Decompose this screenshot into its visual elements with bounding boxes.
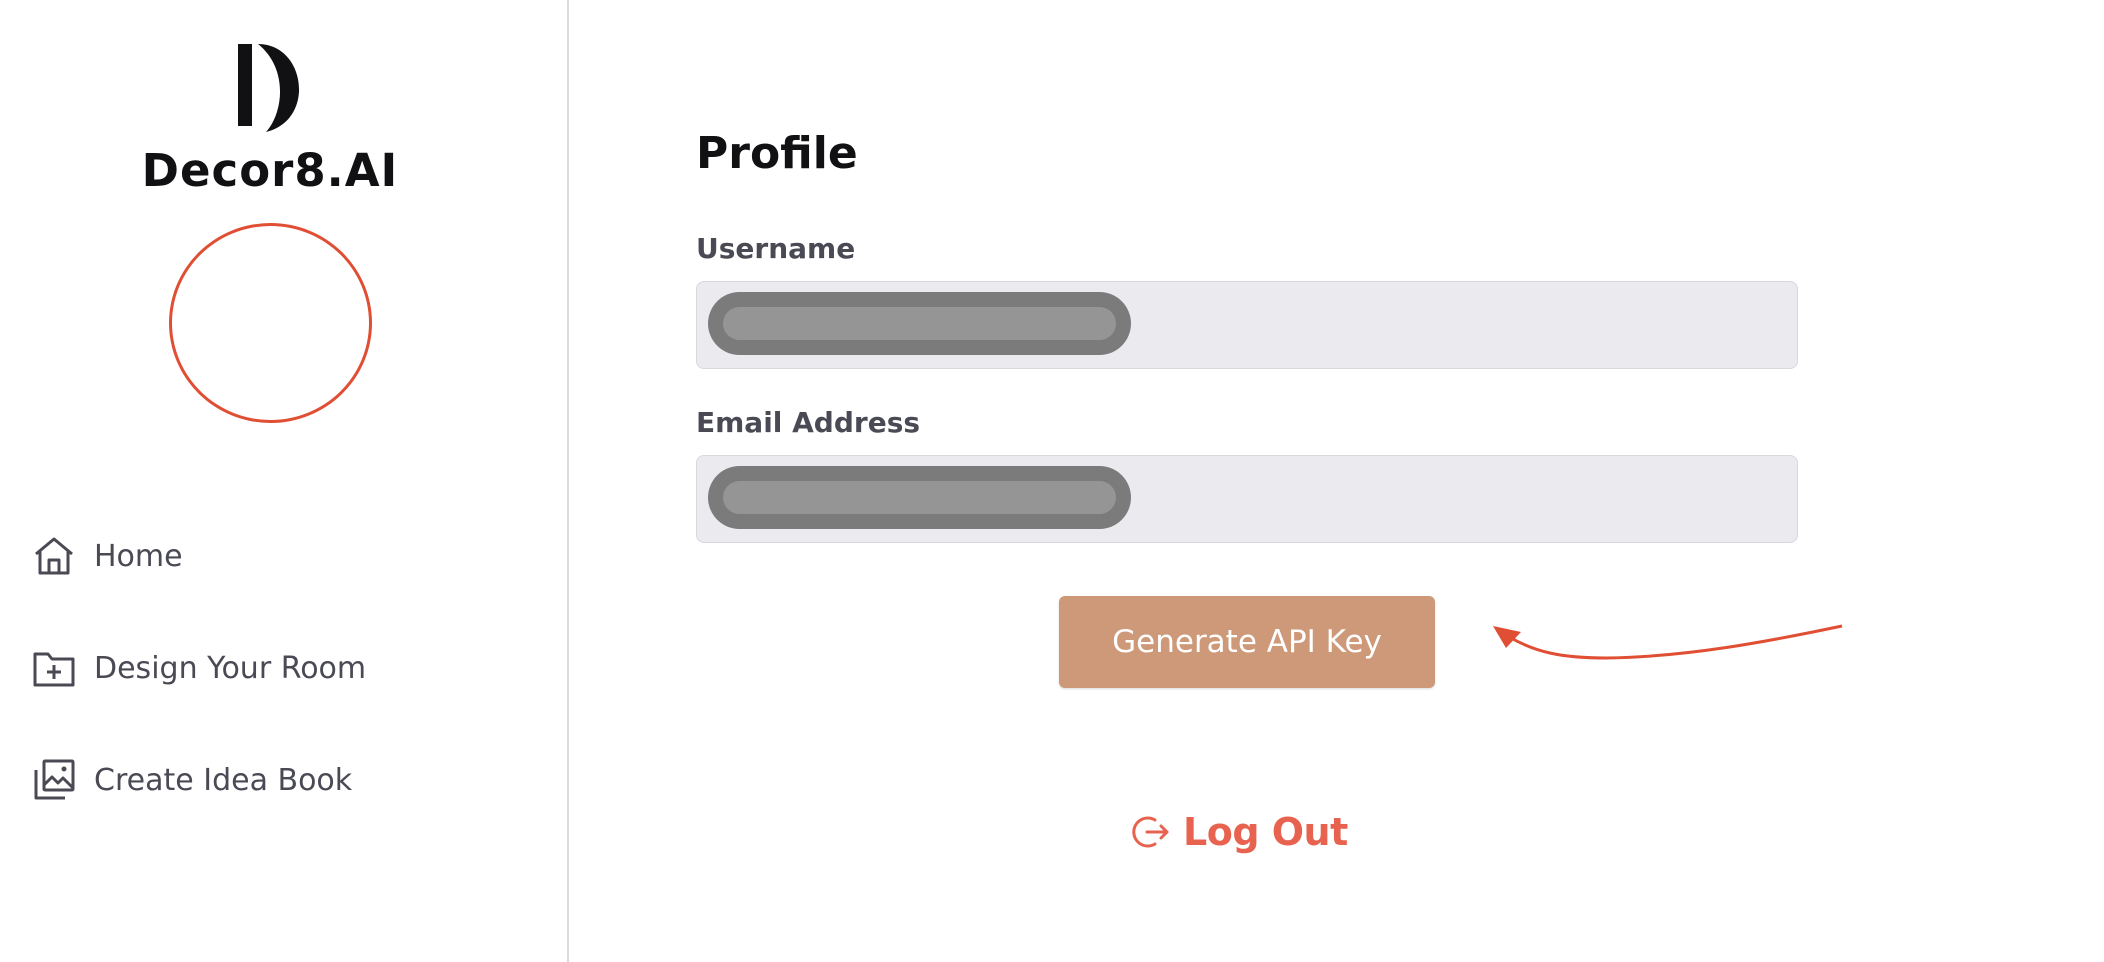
generate-api-key-button[interactable]: Generate API Key: [1059, 596, 1435, 688]
decor8-logo-icon[interactable]: [236, 40, 308, 134]
redacted-value: [708, 292, 1131, 355]
email-label: Email Address: [696, 406, 921, 439]
sidebar-item-label: Design Your Room: [94, 650, 367, 686]
image-gallery-icon: [34, 759, 75, 800]
annotation-arrow-icon: [1493, 624, 1843, 660]
logout-label: Log Out: [1183, 810, 1348, 854]
sidebar-item-label: Create Idea Book: [94, 762, 353, 798]
page-title: Profile: [696, 128, 858, 179]
profile-panel: Profile Username Email Address Generate …: [571, 0, 2104, 962]
home-icon: [35, 537, 73, 575]
sidebar: Decor8.AI Home Design Your Room Create I…: [0, 0, 569, 962]
sidebar-item-home[interactable]: Home: [32, 526, 492, 586]
avatar[interactable]: [169, 223, 372, 423]
redacted-value: [708, 466, 1131, 529]
email-field[interactable]: [696, 455, 1798, 543]
logout-icon: [1132, 816, 1169, 848]
sidebar-item-design-your-room[interactable]: Design Your Room: [32, 638, 492, 698]
brand-name[interactable]: Decor8.AI: [0, 144, 540, 197]
folder-plus-icon: [33, 652, 75, 687]
sidebar-item-label: Home: [94, 538, 183, 574]
username-field[interactable]: [696, 281, 1798, 369]
logout-button[interactable]: Log Out: [1131, 810, 1348, 854]
sidebar-item-create-idea-book[interactable]: Create Idea Book: [32, 750, 492, 810]
username-label: Username: [696, 232, 856, 265]
